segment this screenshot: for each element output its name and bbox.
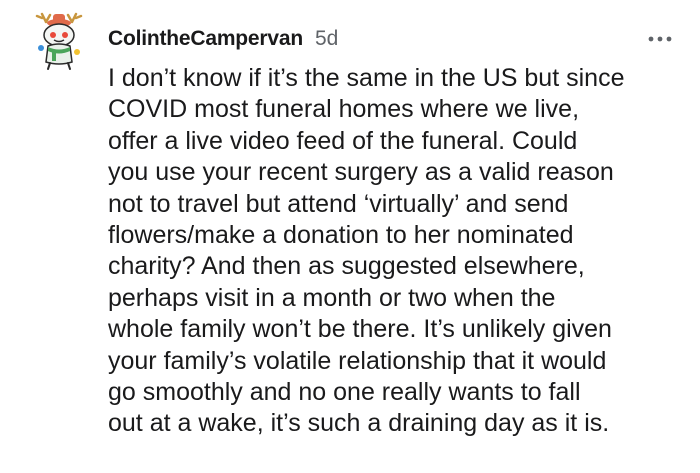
comment-body: I don’t know if it’s the same in the US …	[108, 63, 678, 440]
comment-body-line: offer a live video feed of the funeral. …	[108, 126, 578, 155]
comment-body-line: not to travel but attend ‘virtually’ and…	[108, 189, 569, 218]
snoo-avatar-icon	[35, 12, 83, 70]
username-link[interactable]: ColintheCampervan	[108, 27, 303, 51]
comment-body-line: you use your recent surgery as a valid r…	[108, 158, 614, 187]
comment: ColintheCampervan 5d I don’t know if it’…	[0, 0, 700, 473]
comment-body-line: COVID most funeral homes where we live,	[108, 95, 580, 124]
comment-body-line: I don’t know if it’s the same in the US …	[108, 64, 625, 92]
comment-age: 5d	[314, 27, 339, 50]
comment-body-line: flowers/make a donation to her nominated	[108, 221, 574, 250]
user-avatar[interactable]	[28, 8, 92, 72]
more-options-icon	[648, 36, 672, 42]
comment-header: ColintheCampervan 5d	[108, 24, 680, 54]
comment-body-line: perhaps visit in a month or two when the	[108, 283, 556, 312]
comment-body-line: your family’s volatile relationship that…	[108, 346, 607, 375]
comment-body-line: charity? And then as suggested elsewhere…	[108, 252, 585, 281]
comment-body-line: out at a wake, it’s such a draining day …	[108, 409, 610, 438]
comment-body-line: go smoothly and no one really wants to f…	[108, 378, 581, 407]
more-options-button[interactable]	[646, 26, 674, 52]
comment-body-line: whole family won’t be there. It’s unlike…	[108, 315, 612, 344]
